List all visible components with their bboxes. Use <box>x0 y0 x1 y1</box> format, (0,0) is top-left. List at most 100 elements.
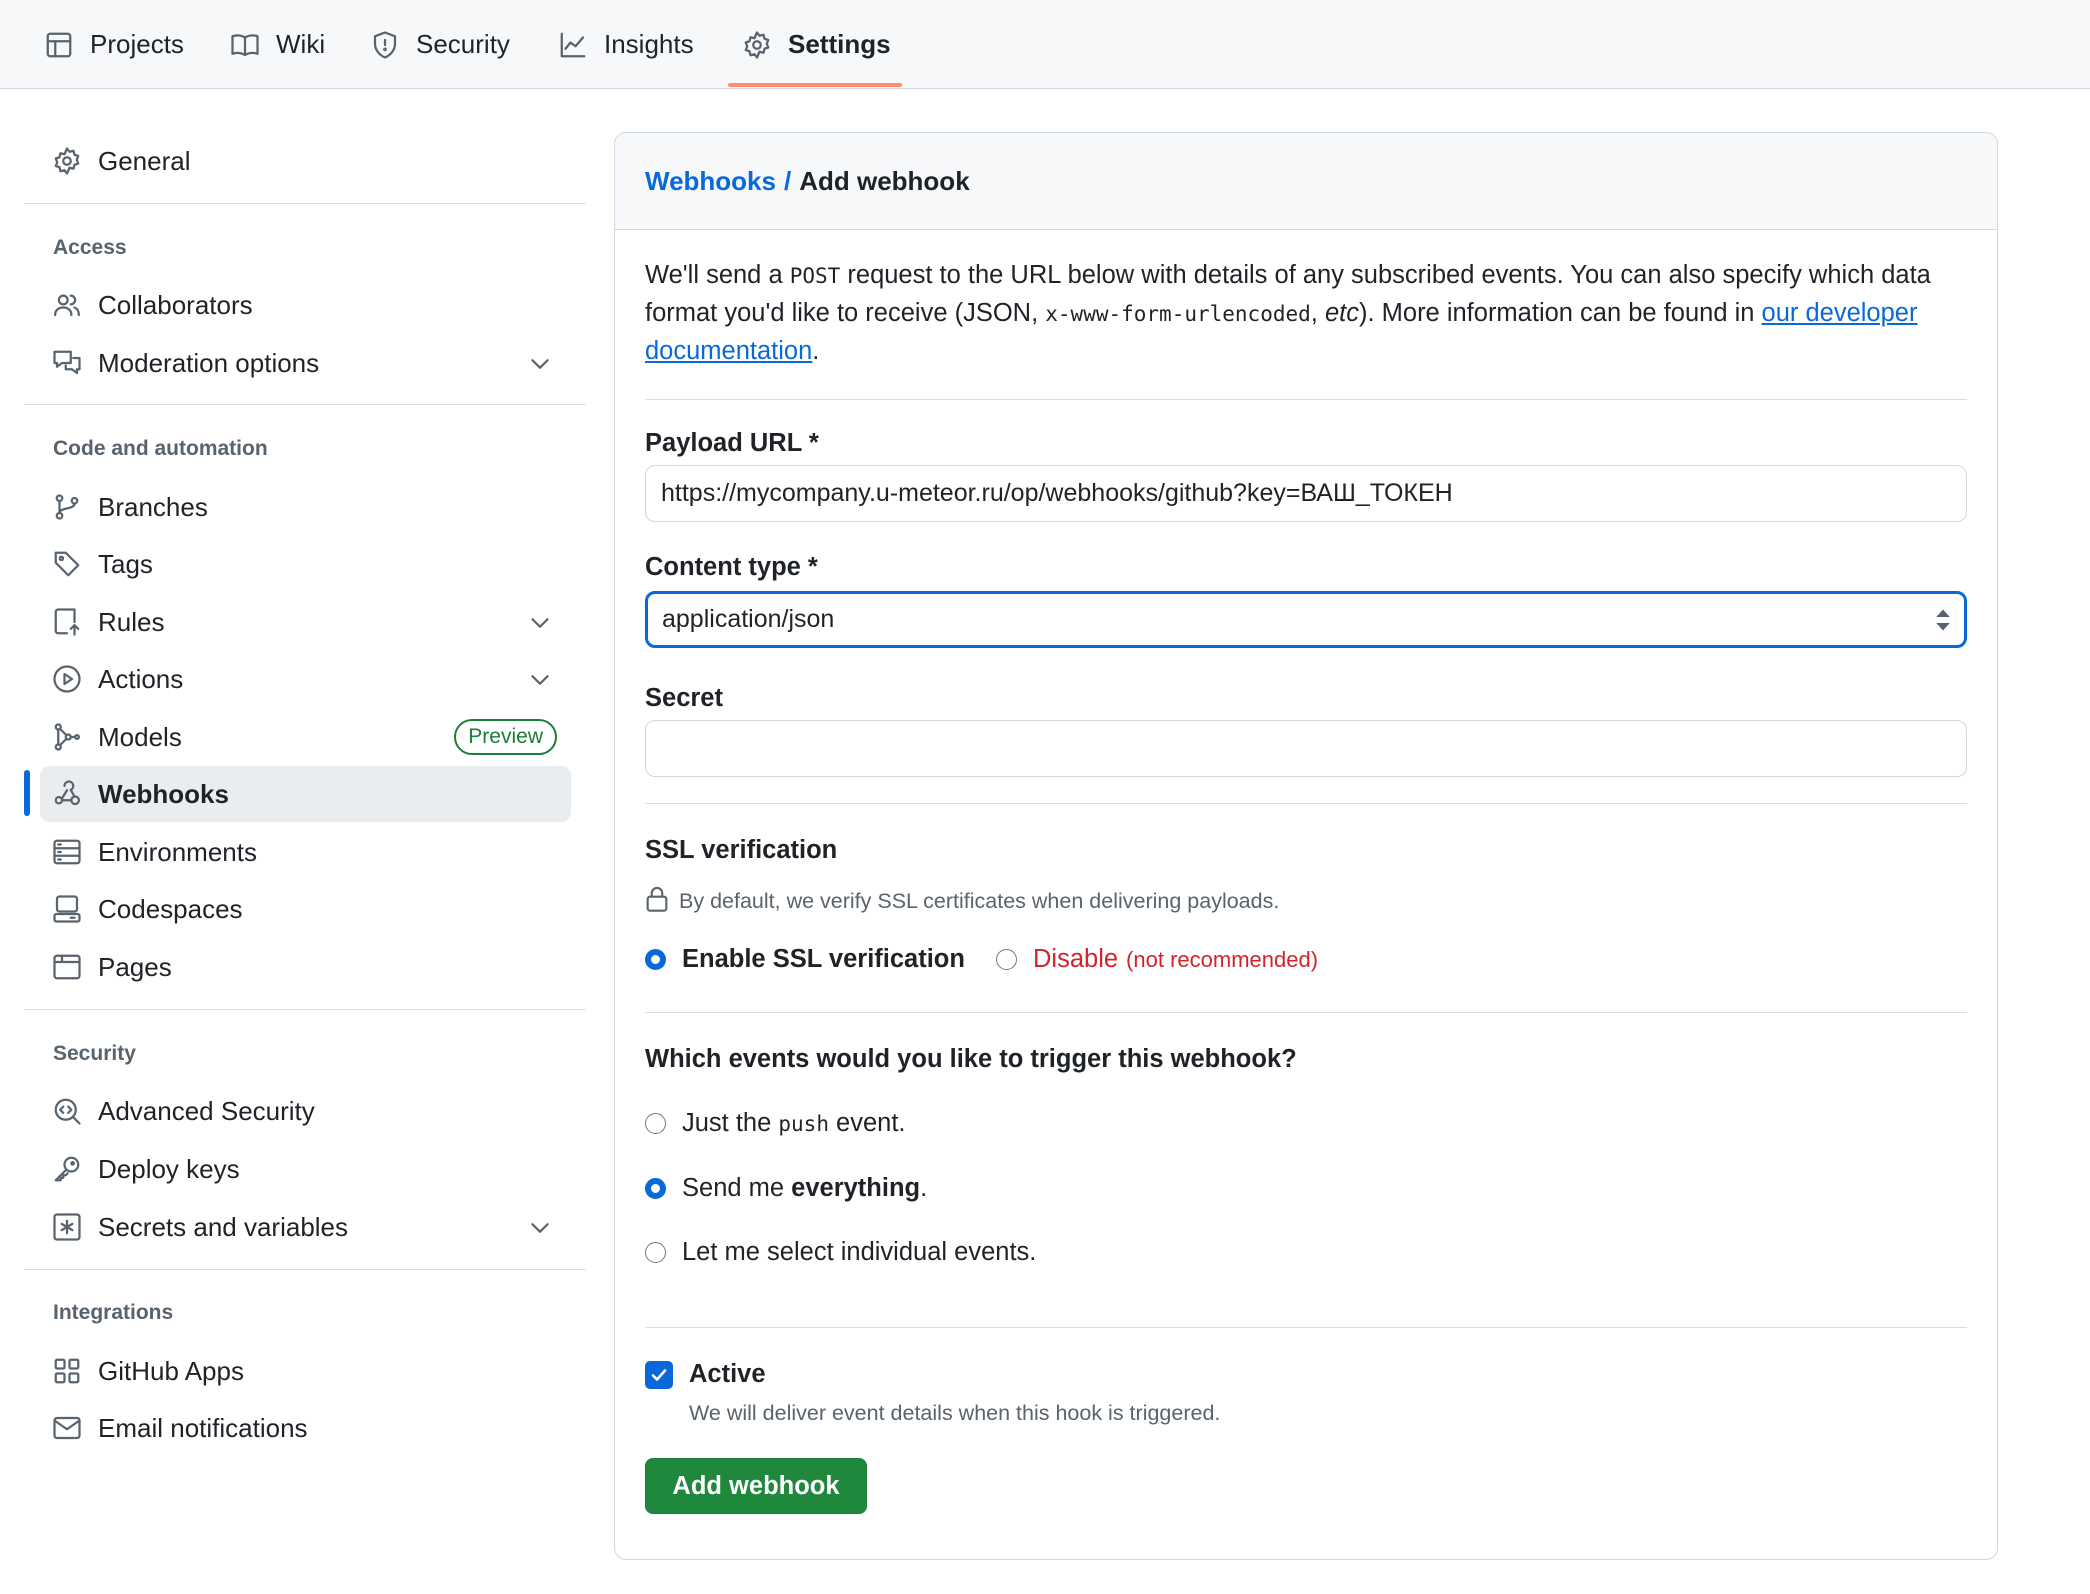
sidebar-heading-security: Security <box>53 1042 136 1065</box>
sidebar-item-secrets[interactable]: Secrets and variables <box>40 1199 571 1255</box>
add-webhook-panel: Webhooks / Add webhook We'll send a POST… <box>614 132 1998 1560</box>
table-icon <box>46 32 72 57</box>
sidebar-item-collaborators[interactable]: Collaborators <box>40 277 571 333</box>
play-icon <box>53 665 81 693</box>
tab-security[interactable]: Security <box>370 0 510 89</box>
repo-nav: Projects Wiki Security Insights Settings <box>0 0 2090 89</box>
sidebar-item-label: Advanced Security <box>98 1095 315 1126</box>
git-branch-icon <box>55 494 79 520</box>
add-webhook-button[interactable]: Add webhook <box>645 1458 867 1514</box>
sidebar-item-tags[interactable]: Tags <box>40 536 571 592</box>
ssl-heading: SSL verification <box>645 836 838 864</box>
chevron-down-icon <box>531 359 549 369</box>
intro-etc: etc <box>1324 299 1359 327</box>
select-arrows-icon <box>1936 609 1950 631</box>
content-type-value: application/json <box>662 605 835 633</box>
sidebar-item-label: General <box>98 145 191 176</box>
sidebar-item-models[interactable]: Models Preview <box>40 709 571 765</box>
tab-label: Projects <box>90 29 184 59</box>
sidebar-item-moderation[interactable]: Moderation options <box>40 335 571 391</box>
option-text: . <box>920 1174 928 1202</box>
browser-icon <box>53 954 81 980</box>
sidebar-item-label: Moderation options <box>98 347 320 378</box>
check-icon <box>651 1369 667 1381</box>
selected-tab-underline <box>728 83 902 87</box>
sidebar-item-actions[interactable]: Actions <box>40 651 571 707</box>
events-heading: Which events would you like to trigger t… <box>645 1045 1297 1073</box>
radio-button <box>645 1113 666 1134</box>
tab-label: Security <box>416 29 510 59</box>
sidebar-divider <box>24 203 586 204</box>
active-checkbox[interactable] <box>645 1361 673 1389</box>
radio-button-checked <box>645 1178 666 1199</box>
sidebar-item-label: Environments <box>98 836 257 867</box>
sidebar-item-label: Pages <box>98 951 172 982</box>
sidebar-item-label: Deploy keys <box>98 1153 240 1184</box>
option-text: event. <box>828 1109 906 1137</box>
payload-url-input[interactable] <box>645 465 1967 522</box>
ssl-help-text: By default, we verify SSL certificates w… <box>679 889 1280 913</box>
code-post: POST <box>789 264 841 288</box>
sidebar-item-advanced-security[interactable]: Advanced Security <box>40 1083 571 1139</box>
breadcrumb: Webhooks / Add webhook <box>615 133 1997 230</box>
section-divider <box>645 803 1967 804</box>
chevron-down-icon <box>531 618 549 628</box>
sidebar-item-codespaces[interactable]: Codespaces <box>40 881 571 937</box>
graph-icon <box>560 32 586 57</box>
ssl-enable-radio[interactable]: Enable SSL verification <box>645 945 965 974</box>
sidebar-item-environments[interactable]: Environments <box>40 824 571 880</box>
tab-label: Settings <box>788 29 891 59</box>
content-type-label: Content type * <box>645 553 818 581</box>
sidebar-item-github-apps[interactable]: GitHub Apps <box>40 1343 571 1399</box>
sidebar-item-webhooks[interactable]: Webhooks <box>40 766 571 822</box>
intro-text-part: ). More information can be found in <box>1358 299 1762 327</box>
gear-icon <box>744 30 770 59</box>
option-text: Just the <box>682 1109 779 1137</box>
content-type-select[interactable]: application/json <box>645 591 1967 648</box>
active-item-indicator <box>24 770 30 816</box>
ssl-enable-label: Enable SSL verification <box>682 945 965 973</box>
sidebar-item-rules[interactable]: Rules <box>40 594 571 650</box>
tag-icon <box>54 551 80 577</box>
sidebar-heading-integrations: Integrations <box>53 1301 174 1324</box>
mail-icon <box>53 1416 81 1440</box>
sidebar-item-label: Tags <box>98 548 153 579</box>
tab-insights[interactable]: Insights <box>558 0 694 89</box>
ai-model-icon <box>54 723 80 751</box>
tab-wiki[interactable]: Wiki <box>230 0 325 89</box>
preview-badge: Preview <box>454 719 557 755</box>
sidebar-item-label: Webhooks <box>98 778 229 809</box>
events-push-label: Just the push event. <box>682 1109 906 1138</box>
events-everything-radio[interactable]: Send me everything. <box>645 1174 927 1203</box>
sidebar-item-email-notifications[interactable]: Email notifications <box>40 1400 571 1456</box>
breadcrumb-webhooks-link[interactable]: Webhooks <box>645 166 776 197</box>
code-push: push <box>778 1112 829 1136</box>
section-divider <box>645 1327 1967 1328</box>
secret-input[interactable] <box>645 720 1967 777</box>
ssl-disable-label: Disable <box>1033 945 1119 973</box>
events-individual-radio[interactable]: Let me select individual events. <box>645 1238 1036 1267</box>
sidebar-item-general[interactable]: General <box>40 133 571 189</box>
gear-icon <box>54 147 80 175</box>
key-icon <box>54 1156 80 1182</box>
codespaces-icon <box>53 895 81 923</box>
sidebar-item-label: Secrets and variables <box>98 1211 349 1242</box>
events-push-radio[interactable]: Just the push event. <box>645 1109 906 1138</box>
events-everything-label: Send me everything. <box>682 1174 927 1203</box>
tab-projects[interactable]: Projects <box>44 0 184 89</box>
intro-text: We'll send a POST request to the URL bel… <box>645 257 1975 370</box>
ssl-disable-radio[interactable]: Disable (not recommended) <box>996 945 1318 974</box>
sidebar-item-deploy-keys[interactable]: Deploy keys <box>40 1141 571 1197</box>
sidebar-divider <box>24 404 586 405</box>
sidebar-item-branches[interactable]: Branches <box>40 479 571 535</box>
chevron-down-icon <box>531 675 549 685</box>
option-text: Send me <box>682 1174 792 1202</box>
chevron-down-icon <box>531 1223 549 1233</box>
radio-button <box>645 1242 666 1263</box>
page-title: Add webhook <box>799 165 970 196</box>
tab-settings[interactable]: Settings <box>742 0 891 89</box>
active-help-text: We will deliver event details when this … <box>689 1401 1221 1425</box>
sidebar-item-pages[interactable]: Pages <box>40 939 571 995</box>
events-individual-label: Let me select individual events. <box>682 1238 1037 1266</box>
sidebar-item-label: Collaborators <box>98 289 253 320</box>
